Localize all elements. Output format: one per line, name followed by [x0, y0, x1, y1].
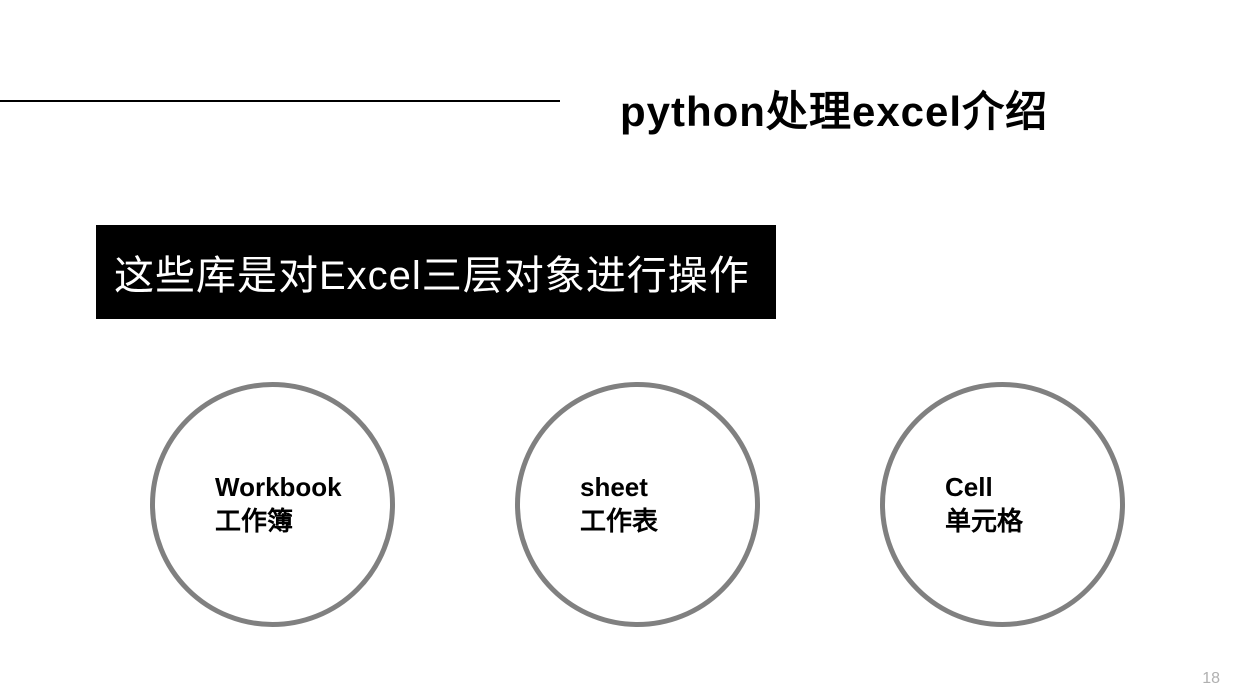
divider-line — [0, 100, 560, 102]
circle-cell: Cell 单元格 — [880, 382, 1125, 627]
circle-label-cn: 工作簿 — [215, 505, 293, 539]
circle-label-en: sheet — [580, 471, 648, 505]
circle-label-cn: 单元格 — [945, 505, 1023, 539]
subtitle-box: 这些库是对Excel三层对象进行操作 — [96, 225, 776, 319]
slide-title: python处理excel介绍 — [620, 78, 1048, 139]
circle-label-en: Cell — [945, 471, 993, 505]
circle-sheet: sheet 工作表 — [515, 382, 760, 627]
page-number: 18 — [1202, 670, 1220, 688]
circle-label-en: Workbook — [215, 471, 342, 505]
circle-workbook: Workbook 工作簿 — [150, 382, 395, 627]
circles-row: Workbook 工作簿 sheet 工作表 Cell 单元格 — [150, 382, 1125, 627]
circle-label-cn: 工作表 — [580, 505, 658, 539]
